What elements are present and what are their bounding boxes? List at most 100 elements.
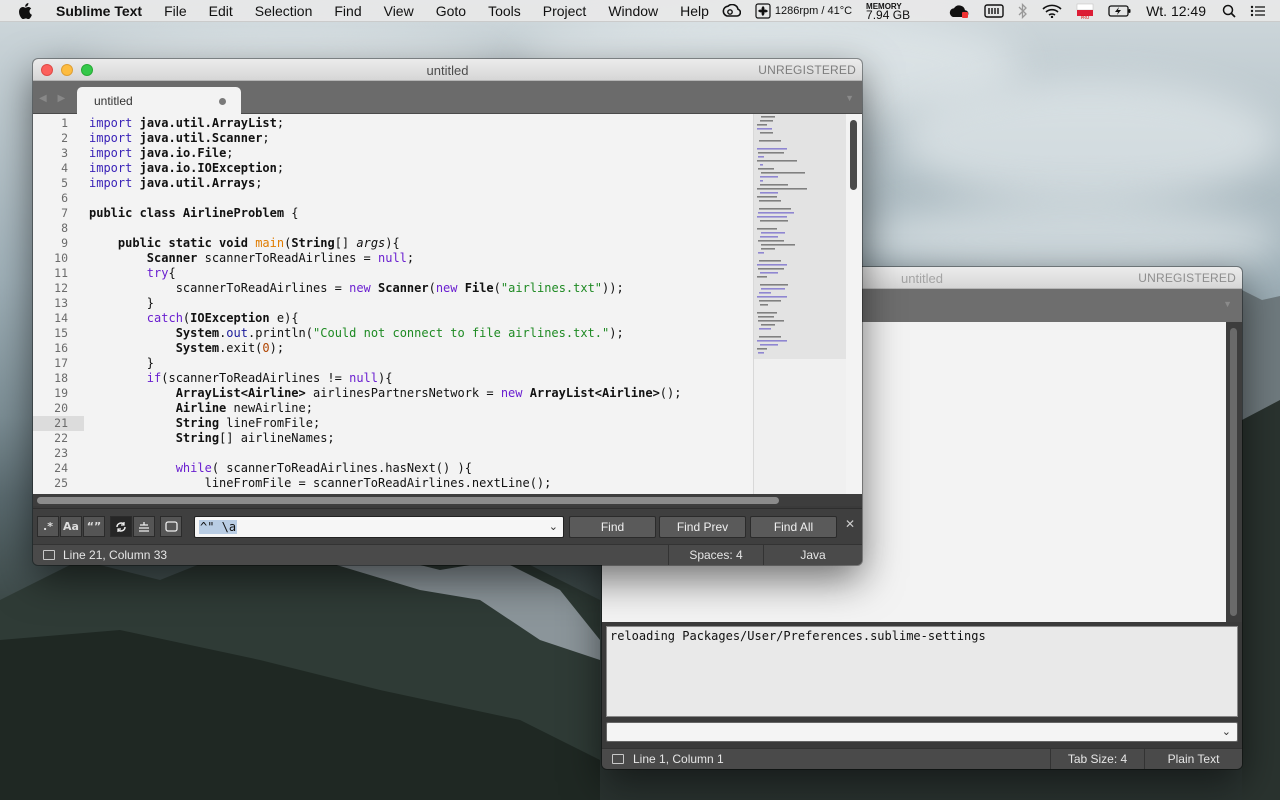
notification-center-icon[interactable] bbox=[1250, 5, 1266, 17]
minimap-line bbox=[760, 164, 763, 166]
code-line[interactable]: 13 } bbox=[33, 296, 753, 311]
code-line[interactable]: 10 Scanner scannerToReadAirlines = null; bbox=[33, 251, 753, 266]
code-line[interactable]: 5 import java.util.Arrays; bbox=[33, 176, 753, 191]
battery-icon[interactable] bbox=[1108, 5, 1132, 17]
chevron-down-icon[interactable]: ⌄ bbox=[549, 520, 558, 533]
minimap-line bbox=[757, 128, 772, 130]
minimap-line bbox=[759, 140, 781, 142]
line-number: 10 bbox=[54, 251, 68, 265]
chevron-down-icon[interactable]: ⌄ bbox=[1222, 725, 1231, 738]
close-icon[interactable]: ✕ bbox=[845, 517, 855, 531]
minimap-line bbox=[757, 340, 787, 342]
menu-file[interactable]: File bbox=[153, 3, 198, 19]
code-line[interactable]: 23 bbox=[33, 446, 753, 461]
apple-logo-icon[interactable] bbox=[18, 2, 38, 19]
menu-view[interactable]: View bbox=[373, 3, 425, 19]
drive-icon[interactable] bbox=[984, 4, 1004, 18]
code-line[interactable]: 18 if(scannerToReadAirlines != null){ bbox=[33, 371, 753, 386]
menu-tools[interactable]: Tools bbox=[477, 3, 532, 19]
syntax-selector[interactable]: Java bbox=[763, 545, 862, 565]
input-source-flag-icon[interactable]: PRO bbox=[1076, 3, 1094, 19]
scrollbar-thumb[interactable] bbox=[1230, 328, 1237, 616]
window-title: untitled bbox=[426, 63, 469, 78]
menu-window[interactable]: Window bbox=[597, 3, 669, 19]
tab-nav-arrows-icon[interactable]: ◀ ▶ bbox=[39, 93, 69, 104]
tab-untitled[interactable]: untitled bbox=[77, 87, 241, 114]
svg-text:PRO: PRO bbox=[1081, 15, 1089, 19]
code-line[interactable]: 25 lineFromFile = scannerToReadAirlines.… bbox=[33, 476, 753, 491]
scrollbar-thumb[interactable] bbox=[37, 497, 779, 504]
console-panel[interactable]: reloading Packages/User/Preferences.subl… bbox=[606, 626, 1238, 717]
code-line[interactable]: 15 System.out.println("Could not connect… bbox=[33, 326, 753, 341]
bluetooth-icon[interactable] bbox=[1018, 3, 1028, 19]
code-line[interactable]: 2 import java.util.Scanner; bbox=[33, 131, 753, 146]
code-line[interactable]: 14 catch(IOException e){ bbox=[33, 311, 753, 326]
menu-project[interactable]: Project bbox=[532, 3, 598, 19]
unsaved-dot-icon[interactable] bbox=[219, 98, 226, 105]
code-line[interactable]: 21 String lineFromFile; bbox=[33, 416, 753, 431]
case-sensitive-toggle[interactable]: Aa bbox=[60, 516, 82, 537]
code-line[interactable]: 3 import java.io.File; bbox=[33, 146, 753, 161]
line-number: 11 bbox=[54, 266, 68, 280]
wifi-icon[interactable] bbox=[1042, 4, 1062, 18]
window-titlebar[interactable]: untitled UNREGISTERED bbox=[33, 59, 862, 81]
find-prev-button[interactable]: Find Prev bbox=[659, 516, 746, 538]
code-line[interactable]: 7 public class AirlineProblem { bbox=[33, 206, 753, 221]
code-line[interactable]: 17 } bbox=[33, 356, 753, 371]
vertical-scrollbar[interactable] bbox=[1226, 322, 1242, 622]
creative-cloud-icon[interactable] bbox=[721, 4, 741, 18]
menu-find[interactable]: Find bbox=[323, 3, 372, 19]
find-panel: .* Aa “” ^" \a ⌄ Find Find Prev Find All… bbox=[33, 508, 862, 544]
panel-toggle-icon[interactable] bbox=[43, 550, 55, 560]
vertical-scrollbar[interactable] bbox=[846, 114, 862, 494]
menu-edit[interactable]: Edit bbox=[198, 3, 244, 19]
menu-app-name[interactable]: Sublime Text bbox=[52, 3, 153, 19]
find-input[interactable]: ^" \a ⌄ bbox=[194, 516, 564, 538]
menubar-clock[interactable]: Wt. 12:49 bbox=[1146, 3, 1206, 19]
memory-status[interactable]: MEMORY 7.94 GB bbox=[866, 2, 910, 21]
code-line[interactable]: 24 while( scannerToReadAirlines.hasNext(… bbox=[33, 461, 753, 476]
line-number: 9 bbox=[61, 236, 68, 250]
tab-list-dropdown-icon[interactable]: ▼ bbox=[845, 93, 854, 103]
code-line[interactable]: 4 import java.io.IOException; bbox=[33, 161, 753, 176]
indentation-selector[interactable]: Spaces: 4 bbox=[668, 545, 763, 565]
line-number: 4 bbox=[61, 161, 68, 175]
horizontal-scrollbar[interactable] bbox=[33, 494, 862, 506]
code-line[interactable]: 19 ArrayList<Airline> airlinesPartnersNe… bbox=[33, 386, 753, 401]
menu-selection[interactable]: Selection bbox=[244, 3, 324, 19]
syntax-selector[interactable]: Plain Text bbox=[1144, 749, 1242, 769]
minimap-line bbox=[759, 336, 781, 338]
code-line[interactable]: 16 System.exit(0); bbox=[33, 341, 753, 356]
code-line[interactable]: 22 String[] airlineNames; bbox=[33, 431, 753, 446]
menu-help[interactable]: Help bbox=[669, 3, 720, 19]
menu-goto[interactable]: Goto bbox=[425, 3, 477, 19]
panel-toggle-icon[interactable] bbox=[612, 754, 624, 764]
console-input[interactable]: ⌄ bbox=[606, 722, 1238, 742]
highlight-matches-toggle-icon[interactable] bbox=[160, 516, 182, 537]
regex-toggle[interactable]: .* bbox=[37, 516, 59, 537]
minimap[interactable] bbox=[753, 114, 846, 494]
find-button[interactable]: Find bbox=[569, 516, 656, 538]
code-line[interactable]: 11 try{ bbox=[33, 266, 753, 281]
line-text: import java.io.IOException; bbox=[89, 161, 285, 175]
wrap-toggle-icon[interactable] bbox=[110, 516, 132, 537]
spotlight-search-icon[interactable] bbox=[1222, 4, 1236, 18]
line-text: public static void main(String[] args){ bbox=[117, 236, 400, 250]
in-selection-toggle-icon[interactable] bbox=[133, 516, 155, 537]
fan-status[interactable]: 1286rpm / 41°C bbox=[755, 3, 852, 19]
tab-list-dropdown-icon[interactable]: ▼ bbox=[1223, 299, 1232, 309]
tab-size-selector[interactable]: Tab Size: 4 bbox=[1050, 749, 1144, 769]
cloud-sync-icon[interactable] bbox=[948, 3, 970, 19]
code-line[interactable]: 1 import java.util.ArrayList; bbox=[33, 116, 753, 131]
code-line[interactable]: 20 Airline newAirline; bbox=[33, 401, 753, 416]
code-line[interactable]: 6 bbox=[33, 191, 753, 206]
minimap-line bbox=[759, 328, 771, 330]
code-line[interactable]: 12 scannerToReadAirlines = new Scanner(n… bbox=[33, 281, 753, 296]
scrollbar-thumb[interactable] bbox=[850, 120, 857, 190]
code-line[interactable]: 8 bbox=[33, 221, 753, 236]
code-line[interactable]: 9 public static void main(String[] args)… bbox=[33, 236, 753, 251]
minimap-line bbox=[757, 312, 777, 314]
code-editor[interactable]: 1 import java.util.ArrayList; 2 import java… bbox=[33, 114, 846, 494]
find-all-button[interactable]: Find All bbox=[750, 516, 837, 538]
whole-word-toggle[interactable]: “” bbox=[83, 516, 105, 537]
